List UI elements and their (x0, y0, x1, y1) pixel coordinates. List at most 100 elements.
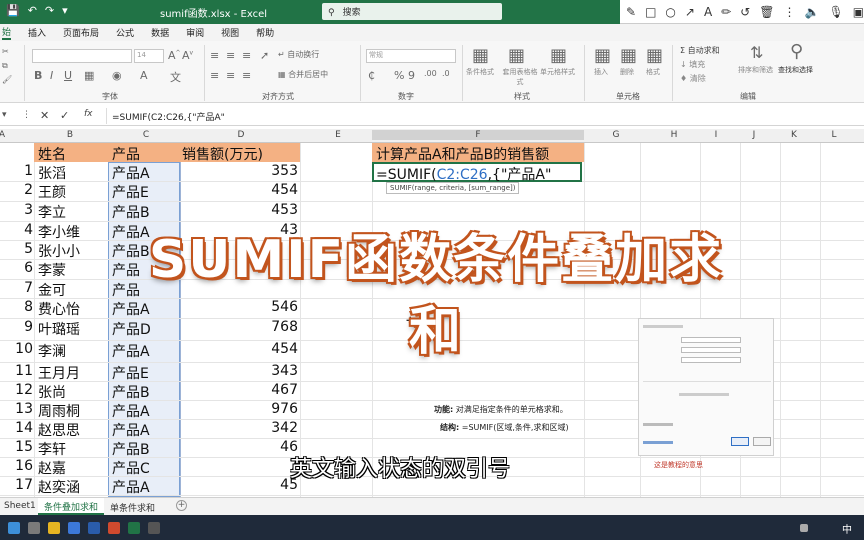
cell-product[interactable]: 产品C (112, 458, 150, 478)
cell-sales[interactable]: 7 (180, 458, 298, 474)
underline-icon[interactable]: U (64, 69, 72, 82)
save-icon[interactable]: 💾 (6, 4, 20, 17)
cell-name[interactable]: 李轩 (38, 439, 66, 459)
circle-icon[interactable]: ○ (665, 5, 675, 19)
row-number[interactable]: 7 (0, 280, 33, 296)
font-color-icon[interactable]: A (140, 69, 148, 82)
align-middle-icon[interactable]: ≡ (226, 49, 235, 62)
col-header-c[interactable]: C (138, 130, 154, 140)
tab-data[interactable]: 数据 (151, 26, 169, 39)
increase-font-icon[interactable]: A^ (168, 49, 181, 62)
font-name-select[interactable] (32, 49, 132, 63)
redo-icon[interactable]: ↷ (45, 4, 54, 17)
highlighter-icon[interactable]: ✏ (721, 5, 731, 19)
cell-name[interactable]: 张小小 (38, 241, 80, 261)
col-header-g[interactable]: G (608, 130, 624, 140)
cancel-icon[interactable]: ✕ (40, 109, 49, 122)
cell-sales[interactable]: 546 (180, 299, 298, 315)
tab-view[interactable]: 视图 (221, 26, 239, 39)
wrap-text-button[interactable]: ↵ 自动换行 (278, 49, 319, 60)
col-header-a[interactable]: A (0, 130, 7, 140)
cell-sales[interactable]: 46 (180, 439, 298, 455)
row-number[interactable]: 4 (0, 222, 33, 238)
increase-decimal-icon[interactable]: .00 (424, 69, 437, 78)
align-left-icon[interactable]: ≡ (210, 69, 219, 82)
sheet-tab-1[interactable]: Sheet1 (4, 501, 36, 511)
cell-product[interactable]: 产品E (112, 363, 149, 383)
fill-color-icon[interactable]: ◉ (112, 69, 122, 82)
cell-product[interactable]: 产品A (112, 299, 150, 319)
tab-help[interactable]: 帮助 (256, 26, 274, 39)
row-number[interactable]: 12 (0, 382, 33, 398)
row-number[interactable]: 8 (0, 299, 33, 315)
cell-sales[interactable]: 454 (180, 341, 298, 357)
cell-sales[interactable]: 45 (180, 477, 298, 493)
delete-cells-icon[interactable]: ▦ (620, 45, 637, 66)
cell-name[interactable]: 费心怡 (38, 299, 80, 319)
cell-name[interactable]: 周雨桐 (38, 401, 80, 421)
align-center-icon[interactable]: ≡ (226, 69, 235, 82)
row-number[interactable]: 1 (0, 163, 33, 179)
row-number[interactable]: 14 (0, 420, 33, 436)
clear-button[interactable]: ♦ 清除 (680, 73, 706, 84)
align-bottom-icon[interactable]: ≡ (242, 49, 251, 62)
pen-icon[interactable]: ✎ (626, 5, 636, 19)
sort-filter-icon[interactable]: ⇅ (750, 43, 763, 62)
row-number[interactable]: 5 (0, 241, 33, 257)
merge-center-button[interactable]: ▦ 合并后居中 (278, 69, 328, 80)
align-right-icon[interactable]: ≡ (242, 69, 251, 82)
cell-name[interactable]: 李立 (38, 202, 66, 222)
cell-name[interactable]: 张尚 (38, 382, 66, 402)
number-format-select[interactable]: 常规 (366, 49, 456, 63)
cell-product[interactable]: 产品E (112, 182, 149, 202)
insert-cells-icon[interactable]: ▦ (594, 45, 611, 66)
tab-home[interactable]: 始 (2, 25, 12, 40)
row-number[interactable]: 3 (0, 202, 33, 218)
orientation-icon[interactable]: ➚ (260, 49, 269, 62)
row-number[interactable]: 17 (0, 477, 33, 493)
insert-function-icon[interactable]: fx (84, 109, 93, 119)
mic-icon[interactable]: 🎙 (828, 5, 843, 19)
browser-icon[interactable] (68, 522, 80, 534)
autosum-button[interactable]: Σ 自动求和 (680, 45, 720, 56)
sheet-tab-3[interactable]: 单条件求和 (110, 501, 155, 514)
ime-indicator[interactable]: 中 (842, 521, 852, 536)
excel-taskbar-icon[interactable] (128, 522, 140, 534)
settings-icon[interactable]: ⋮ (784, 5, 796, 19)
currency-icon[interactable]: ₵ (368, 69, 375, 82)
formula-input[interactable]: =SUMIF(C2:C26,{"产品A" (112, 110, 225, 123)
cell-product[interactable]: 产品B (112, 439, 150, 459)
row-number[interactable]: 6 (0, 260, 33, 276)
cell-sales[interactable]: 467 (180, 382, 298, 398)
cell-product[interactable]: 产品A (112, 401, 150, 421)
cell-sales[interactable]: 342 (180, 420, 298, 436)
col-header-b[interactable]: B (62, 130, 78, 140)
font-size-select[interactable]: 14 (134, 49, 164, 63)
align-top-icon[interactable]: ≡ (210, 49, 219, 62)
comma-icon[interactable]: 9 (408, 69, 415, 82)
arrow-icon[interactable]: ↗ (685, 5, 695, 19)
italic-icon[interactable]: I (50, 69, 53, 82)
cell-name[interactable]: 赵嘉 (38, 458, 66, 478)
cell-name[interactable]: 叶璐瑶 (38, 319, 80, 339)
cell-sales[interactable]: 343 (180, 363, 298, 379)
copy-icon[interactable]: ⧉ (2, 61, 8, 71)
format-cells-icon[interactable]: ▦ (646, 45, 663, 66)
row-number[interactable]: 16 (0, 458, 33, 474)
row-number[interactable]: 15 (0, 439, 33, 455)
fill-button[interactable]: ↓ 填充 (680, 59, 705, 70)
taskbar-search-icon[interactable] (28, 522, 40, 534)
row-number[interactable]: 11 (0, 363, 33, 379)
cell-name[interactable]: 王颜 (38, 182, 66, 202)
tab-insert[interactable]: 插入 (28, 26, 46, 39)
name-box[interactable]: ▾ (2, 110, 7, 120)
format-painter-icon[interactable]: 🖌 (2, 75, 12, 84)
speaker-icon[interactable]: 🔈 (805, 5, 820, 19)
cell-sales[interactable]: 453 (180, 202, 298, 218)
cell-product[interactable]: 产品D (112, 319, 151, 339)
row-number[interactable]: 10 (0, 341, 33, 357)
col-header-d[interactable]: D (233, 130, 249, 140)
row-number[interactable]: 13 (0, 401, 33, 417)
cell-name[interactable]: 李小维 (38, 222, 80, 242)
bold-icon[interactable]: B (34, 69, 42, 82)
